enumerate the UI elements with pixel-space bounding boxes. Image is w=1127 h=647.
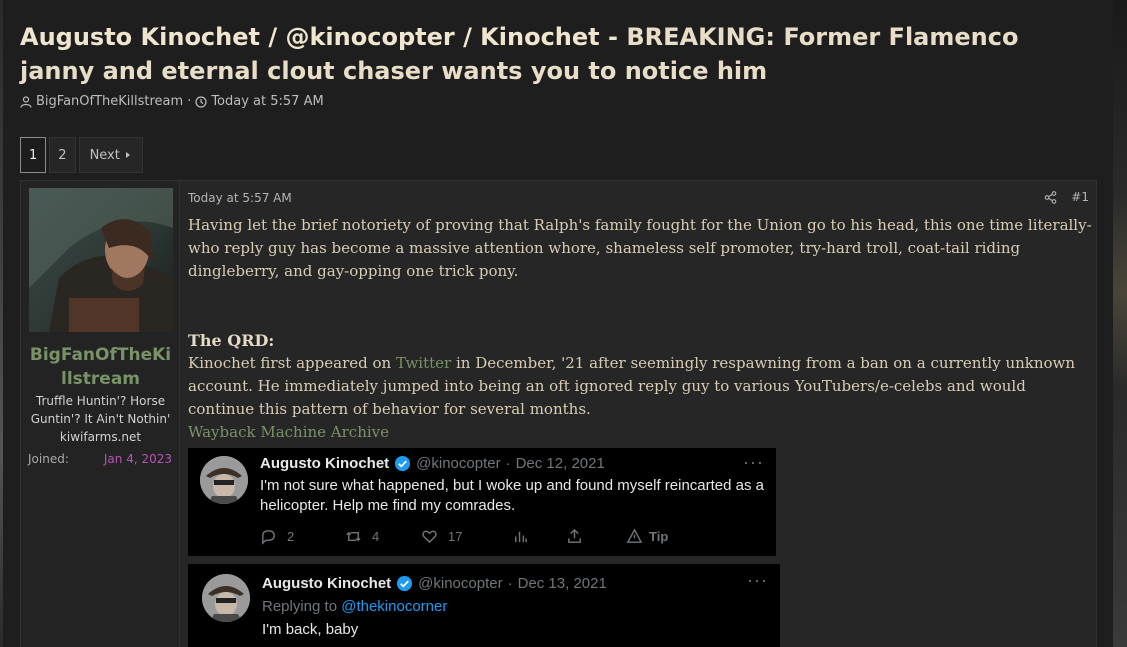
tweet-reply-count: 2: [287, 529, 295, 544]
like-icon: [422, 530, 437, 544]
post-user-panel: BigFanOfTheKillstream Truffle Huntin'? H…: [21, 181, 180, 647]
verified-badge-icon: [397, 575, 413, 592]
post-number-link[interactable]: #1: [1071, 190, 1089, 204]
thread-time-link[interactable]: Today at 5:57 AM: [211, 94, 323, 109]
verified-badge-icon: [395, 455, 411, 472]
next-page-button[interactable]: Next: [78, 137, 143, 173]
tweet-author-name[interactable]: Augusto Kinochet: [262, 575, 391, 592]
tweet-reply-button[interactable]: 2: [260, 528, 294, 545]
tweet-tip-button[interactable]: Tip: [626, 528, 668, 545]
tweet-avatar-image: [200, 456, 248, 504]
tweet-date[interactable]: Dec 13, 2021: [518, 575, 607, 592]
qrd-paragraph: Kinochet first appeared on Twitter in De…: [188, 352, 1093, 421]
joined-label: Joined:: [28, 452, 69, 466]
embedded-tweet[interactable]: Augusto Kinochet @kinocopter · Dec 13, 2…: [188, 564, 780, 647]
tweet-avatar-image: [202, 574, 250, 622]
tweet-avatar[interactable]: [202, 574, 250, 622]
tip-icon: [626, 528, 643, 543]
meta-separator: ·: [187, 94, 192, 109]
tweet-author-name[interactable]: Augusto Kinochet: [260, 455, 389, 472]
joined-value: Jan 4, 2023: [103, 452, 172, 466]
user-domain: kiwifarms.net: [59, 430, 142, 444]
tweet-date[interactable]: Dec 12, 2021: [516, 455, 605, 472]
page-1-button[interactable]: 1: [20, 137, 47, 173]
post-date-link[interactable]: Today at 5:57 AM: [188, 191, 292, 205]
tweet-handle[interactable]: @kinocopter: [418, 575, 502, 592]
user-icon: [20, 95, 32, 108]
post-actions: #1: [1044, 190, 1089, 204]
thread-title-prefix[interactable]: Augusto Kinochet / @kinocopter / Kinoche…: [20, 23, 618, 51]
avatar[interactable]: [29, 188, 173, 332]
page-2-button[interactable]: 2: [49, 137, 76, 173]
tweet-header: Augusto Kinochet @kinocopter · Dec 13, 2…: [262, 575, 607, 592]
clock-icon: [195, 95, 207, 108]
thread-title: Augusto Kinochet / @kinocopter / Kinoche…: [20, 20, 1100, 88]
replying-to-label: Replying to: [262, 598, 338, 615]
tweet-retweet-count: 4: [372, 529, 380, 544]
thread-meta: BigFanOfTheKillstream · Today at 5:57 AM: [20, 94, 324, 109]
replying-to-mention[interactable]: @thekinocorner: [341, 598, 447, 615]
qrd-heading: The QRD:: [188, 331, 275, 350]
reply-icon: [262, 530, 275, 545]
tweet-text: I'm not sure what happened, but I woke u…: [260, 477, 765, 514]
tweet-dot: ·: [505, 455, 511, 472]
tweet-handle[interactable]: @kinocopter: [416, 455, 500, 472]
user-title: Truffle Huntin'? Horse Guntin'? It Ain't…: [30, 394, 171, 426]
post-main: Today at 5:57 AM #1 Having let the brief…: [180, 181, 1097, 647]
avatar-image: [29, 188, 173, 332]
tweet-share-button[interactable]: [566, 528, 583, 545]
post: BigFanOfTheKillstream Truffle Huntin'? H…: [20, 180, 1097, 647]
share-icon[interactable]: [1044, 190, 1057, 204]
tweet-dot: ·: [507, 575, 513, 592]
tweet-tip-label: Tip: [649, 529, 669, 544]
post-body: Having let the brief notoriety of provin…: [188, 214, 1093, 444]
views-icon: [515, 531, 527, 543]
twitter-link[interactable]: Twitter: [396, 354, 451, 372]
tweet-retweet-button[interactable]: 4: [345, 528, 379, 545]
caret-right-icon: [125, 152, 130, 158]
page-wrapper: Augusto Kinochet / @kinocopter / Kinoche…: [3, 0, 1113, 647]
tweet-replying-to: Replying to @thekinocorner: [262, 598, 447, 615]
page-edge-right: [1113, 0, 1127, 647]
embedded-tweet[interactable]: Augusto Kinochet @kinocopter · Dec 12, 2…: [188, 448, 776, 556]
tweet-more-button[interactable]: ···: [743, 452, 764, 473]
tweet-more-button[interactable]: ···: [747, 570, 768, 591]
pagination: 1 2 Next: [20, 137, 143, 173]
share-up-icon: [568, 528, 581, 543]
post-intro: Having let the brief notoriety of provin…: [188, 216, 1092, 280]
wayback-archive-link[interactable]: Wayback Machine Archive: [188, 421, 1093, 444]
tweet-like-button[interactable]: 17: [421, 528, 462, 545]
next-page-label: Next: [89, 147, 120, 163]
tweet-views-button[interactable]: [512, 528, 529, 545]
tweet-avatar[interactable]: [200, 456, 248, 504]
qrd-text-before: Kinochet first appeared on: [188, 354, 392, 372]
tweet-like-count: 17: [448, 529, 463, 544]
tweet-header: Augusto Kinochet @kinocopter · Dec 12, 2…: [260, 455, 605, 472]
thread-author-link[interactable]: BigFanOfTheKillstream: [36, 94, 183, 109]
tweet-text: I'm back, baby: [262, 621, 359, 638]
post-username[interactable]: BigFanOfTheKillstream: [21, 343, 180, 391]
retweet-icon: [346, 531, 361, 542]
